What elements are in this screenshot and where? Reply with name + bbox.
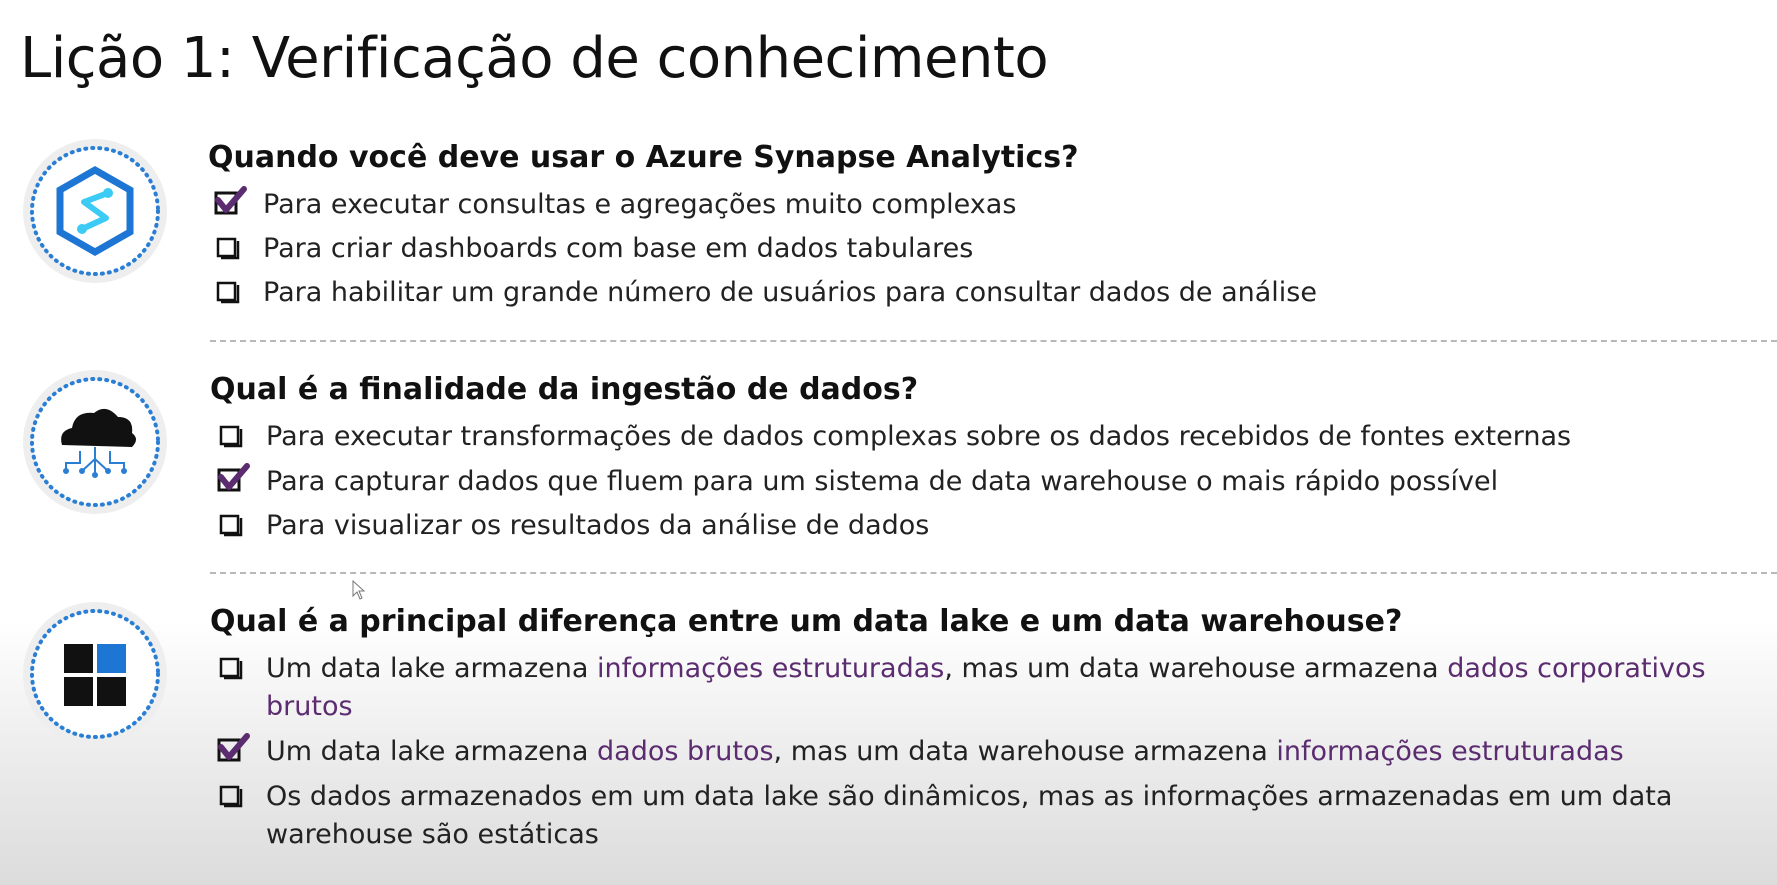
question-3-option-1[interactable]: Um data lake armazena informações estrut…: [219, 650, 1716, 726]
page-title: Lição 1: Verificação de conhecimento: [20, 26, 1049, 91]
question-2-option-3[interactable]: Para visualizar os resultados da análise…: [219, 507, 930, 545]
checked-checkbox-icon[interactable]: [214, 186, 247, 215]
checked-checkbox-icon[interactable]: [217, 733, 250, 762]
section-divider: [210, 572, 1777, 574]
checkbox-icon[interactable]: [216, 281, 240, 304]
highlight-text: informações estruturadas: [597, 653, 945, 684]
checked-checkbox-icon[interactable]: [217, 463, 250, 492]
option-text: Para criar dashboards com base em dados …: [263, 233, 974, 264]
question-2-option-2[interactable]: Para capturar dados que fluem para um si…: [217, 463, 1499, 501]
option-text: Um data lake armazena informações estrut…: [266, 653, 1706, 722]
question-2-title: Qual é a finalidade da ingestão de dados…: [210, 372, 919, 407]
checkbox-icon[interactable]: [216, 237, 240, 260]
question-2-option-1[interactable]: Para executar transformações de dados co…: [219, 418, 1572, 456]
question-1-title: Quando você deve usar o Azure Synapse An…: [208, 140, 1079, 175]
question-3-option-2[interactable]: Um data lake armazena dados brutos, mas …: [217, 733, 1766, 771]
checkbox-icon[interactable]: [219, 785, 243, 808]
option-text: Os dados armazenados em um data lake são…: [266, 781, 1673, 850]
mouse-cursor-icon: [352, 580, 366, 600]
question-1-option-1[interactable]: Para executar consultas e agregações mui…: [214, 186, 1017, 224]
option-text: Para habilitar um grande número de usuár…: [263, 277, 1317, 308]
question-3-option-3[interactable]: Os dados armazenados em um data lake são…: [219, 778, 1716, 854]
section-divider: [210, 340, 1777, 342]
highlight-text: informações estruturadas: [1276, 736, 1624, 767]
checkbox-icon[interactable]: [219, 425, 243, 448]
highlight-text: dados brutos: [597, 736, 774, 767]
option-text: Para capturar dados que fluem para um si…: [266, 466, 1499, 497]
azure-synapse-icon: [20, 136, 170, 286]
cloud-ingestion-icon: [20, 367, 170, 517]
question-3-title: Qual é a principal diferença entre um da…: [210, 604, 1403, 639]
option-text: Para executar consultas e agregações mui…: [263, 189, 1017, 220]
option-text: Para executar transformações de dados co…: [266, 421, 1572, 452]
option-text: Um data lake armazena dados brutos, mas …: [266, 736, 1624, 767]
checkbox-icon[interactable]: [219, 514, 243, 537]
question-1-option-2[interactable]: Para criar dashboards com base em dados …: [216, 230, 974, 268]
question-1-option-3[interactable]: Para habilitar um grande número de usuár…: [216, 274, 1317, 312]
data-warehouse-grid-icon: [20, 599, 170, 749]
checkbox-icon[interactable]: [219, 657, 243, 680]
option-text: Para visualizar os resultados da análise…: [266, 510, 930, 541]
